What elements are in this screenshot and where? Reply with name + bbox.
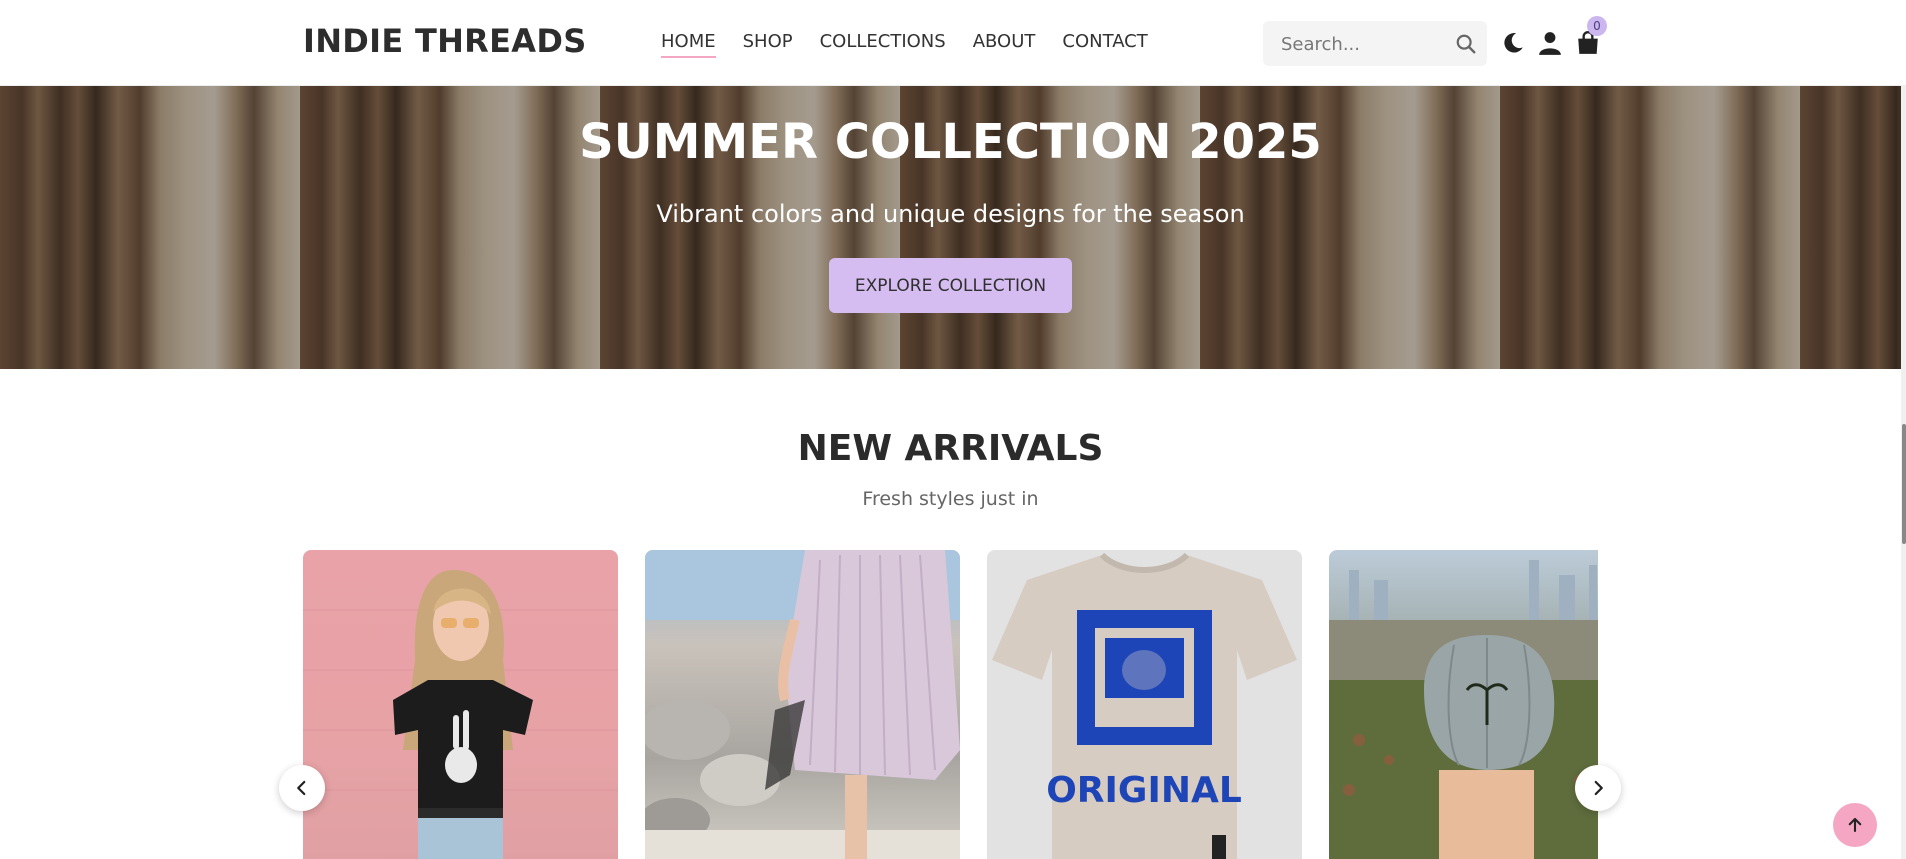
new-arrivals-title: NEW ARRIVALS [797, 428, 1104, 469]
arrow-up-icon [1848, 817, 1862, 833]
original-print-text: ORIGINAL [1046, 770, 1242, 811]
product-card[interactable] [303, 550, 618, 859]
hero-title: SUMMER COLLECTION 2025 [579, 114, 1322, 170]
product-card[interactable] [1329, 550, 1598, 859]
user-icon[interactable] [1537, 30, 1563, 56]
product-image-denim-cap [1329, 560, 1598, 859]
hero-subtitle: Vibrant colors and unique designs for th… [656, 200, 1245, 228]
chevron-left-icon [297, 780, 306, 796]
chevron-right-icon [1594, 780, 1603, 796]
moon-icon[interactable] [1500, 30, 1526, 56]
nav-contact[interactable]: CONTACT [1062, 31, 1147, 58]
product-image-original-tee: ORIGINAL [992, 552, 1297, 859]
hero-banner: SUMMER COLLECTION 2025 Vibrant colors an… [0, 86, 1901, 369]
carousel-next-button[interactable] [1575, 765, 1621, 811]
scrollbar-thumb[interactable] [1902, 424, 1906, 544]
product-card[interactable] [645, 550, 960, 859]
cart-count-badge: 0 [1587, 16, 1607, 36]
site-header: INDIE THREADS HOME SHOP COLLECTIONS ABOU… [0, 0, 1906, 86]
search-icon[interactable] [1455, 33, 1477, 55]
nav-collections[interactable]: COLLECTIONS [820, 31, 946, 58]
site-logo[interactable]: INDIE THREADS [303, 22, 587, 60]
search-input[interactable] [1281, 32, 1451, 56]
main-nav: HOME SHOP COLLECTIONS ABOUT CONTACT [661, 31, 1148, 58]
explore-collection-button[interactable]: EXPLORE COLLECTION [829, 258, 1072, 313]
product-image-pleated-skirt [645, 550, 960, 859]
carousel-prev-button[interactable] [279, 765, 325, 811]
product-card[interactable]: ORIGINAL [987, 550, 1302, 859]
back-to-top-button[interactable] [1833, 803, 1877, 847]
new-arrivals-subtitle: Fresh styles just in [862, 488, 1039, 510]
product-image-skeleton-tee [303, 570, 618, 859]
nav-home[interactable]: HOME [661, 31, 716, 58]
nav-shop[interactable]: SHOP [743, 31, 793, 58]
product-carousel: ORIGINAL [303, 550, 1598, 859]
nav-about[interactable]: ABOUT [973, 31, 1036, 58]
search-box [1263, 21, 1487, 66]
